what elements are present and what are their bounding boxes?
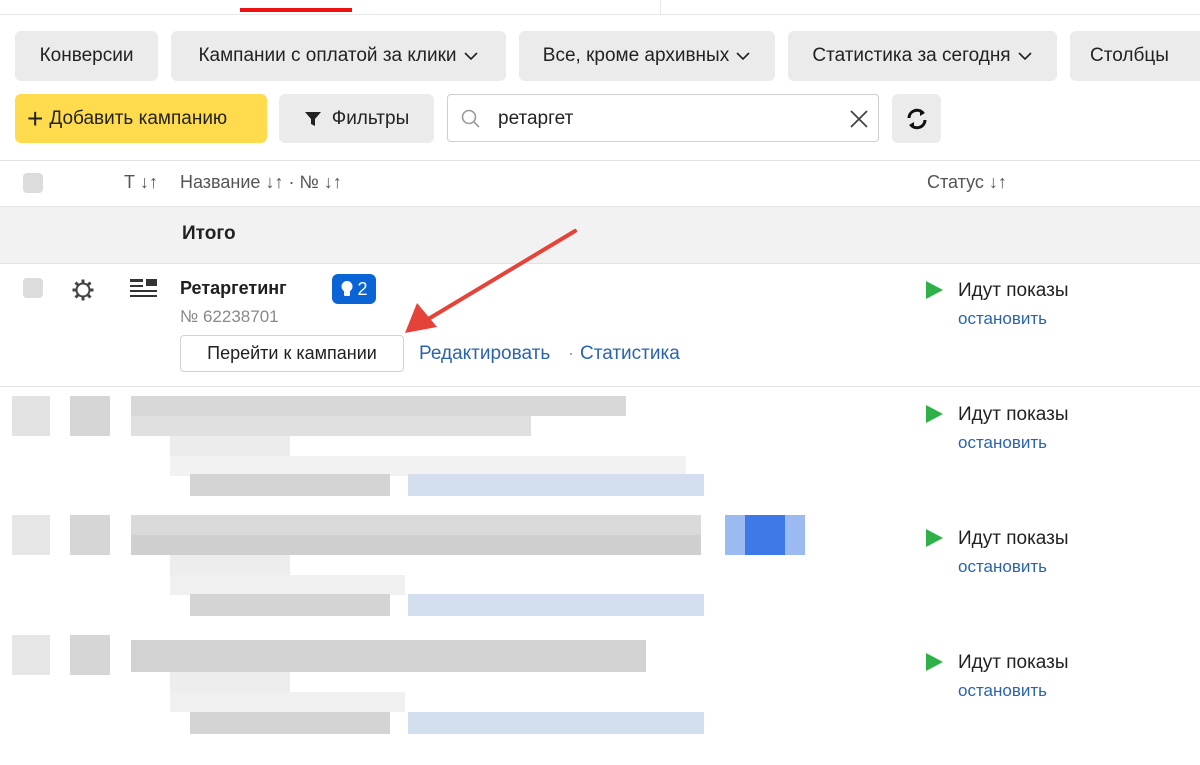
number-header-label: № — [299, 172, 319, 192]
play-icon — [926, 653, 943, 671]
sort-icon: ↓↑ — [323, 172, 342, 192]
funnel-icon — [304, 111, 321, 126]
chevron-down-icon — [736, 52, 750, 61]
gear-icon[interactable] — [71, 278, 95, 302]
sort-icon: ↓↑ — [988, 172, 1007, 192]
play-icon — [926, 529, 943, 547]
status-text: Идут показы — [958, 528, 1069, 549]
archive-filter-dropdown[interactable]: Все, кроме архивных — [519, 31, 775, 81]
column-header-type[interactable]: Т ↓↑ — [124, 172, 158, 193]
total-label: Итого — [182, 223, 236, 244]
chevron-down-icon — [1018, 52, 1032, 61]
column-header-name[interactable]: Название ↓↑ · № ↓↑ — [180, 172, 342, 193]
play-icon — [926, 281, 943, 299]
type-header-label: Т — [124, 172, 135, 192]
recommendations-badge[interactable]: 2 — [332, 274, 376, 304]
header-separator: · — [288, 172, 295, 192]
edit-link[interactable]: Редактировать — [419, 343, 550, 365]
total-row: Итого — [0, 207, 1200, 263]
stop-link[interactable]: остановить — [958, 557, 1047, 577]
annotation-arrow — [405, 229, 577, 333]
active-tab-indicator — [240, 8, 352, 12]
search-input[interactable] — [496, 105, 830, 133]
play-icon — [926, 405, 943, 423]
lightbulb-icon — [341, 281, 353, 296]
status-header-label: Статус — [927, 172, 984, 192]
stop-link[interactable]: остановить — [958, 309, 1047, 329]
stats-period-label: Статистика за сегодня — [812, 45, 1011, 66]
divider — [0, 263, 1200, 264]
campaign-number: № 62238701 — [180, 307, 279, 326]
archive-filter-label: Все, кроме архивных — [542, 45, 730, 66]
badge-count: 2 — [357, 278, 368, 299]
conversions-button[interactable]: Конверсии — [15, 31, 158, 81]
columns-button[interactable]: Столбцы — [1070, 31, 1200, 81]
plus-icon: + — [27, 102, 44, 134]
search-box[interactable] — [447, 94, 879, 142]
stats-period-dropdown[interactable]: Статистика за сегодня — [788, 31, 1057, 81]
refresh-button[interactable] — [892, 94, 941, 143]
status-text: Идут показы — [958, 652, 1069, 673]
clear-icon[interactable] — [848, 108, 870, 130]
divider — [0, 386, 1200, 387]
stop-link[interactable]: остановить — [958, 681, 1047, 701]
campaign-name[interactable]: Ретаргетинг — [180, 278, 287, 299]
chevron-down-icon — [463, 52, 478, 61]
go-to-campaign-label: Перейти к кампании — [207, 343, 377, 363]
refresh-icon — [907, 108, 926, 129]
filters-label: Фильтры — [331, 107, 410, 129]
row-checkbox[interactable] — [23, 278, 43, 298]
filters-button[interactable]: Фильтры — [279, 94, 434, 143]
statistics-link[interactable]: Статистика — [580, 343, 680, 365]
select-all-checkbox[interactable] — [23, 173, 43, 193]
conversions-label: Конверсии — [39, 45, 134, 66]
tab-divider — [660, 0, 661, 14]
text-campaign-icon — [130, 279, 157, 297]
add-campaign-button[interactable]: + Добавить кампанию — [15, 94, 267, 143]
column-header-status[interactable]: Статус ↓↑ — [927, 172, 1007, 193]
add-campaign-label: Добавить кампанию — [49, 107, 228, 129]
name-header-label: Название — [180, 172, 261, 192]
search-icon — [461, 109, 480, 128]
campaign-type-label: Кампании с оплатой за клики — [198, 45, 457, 66]
sort-icon: ↓↑ — [265, 172, 284, 192]
top-tabs-bar — [0, 0, 1200, 15]
campaign-type-dropdown[interactable]: Кампании с оплатой за клики — [171, 31, 506, 81]
status-text: Идут показы — [958, 280, 1069, 301]
status-text: Идут показы — [958, 404, 1069, 425]
divider — [0, 160, 1200, 161]
sort-icon: ↓↑ — [140, 172, 159, 192]
columns-label: Столбцы — [1090, 45, 1169, 66]
link-separator: · — [568, 343, 574, 363]
go-to-campaign-button[interactable]: Перейти к кампании — [180, 335, 404, 372]
stop-link[interactable]: остановить — [958, 433, 1047, 453]
